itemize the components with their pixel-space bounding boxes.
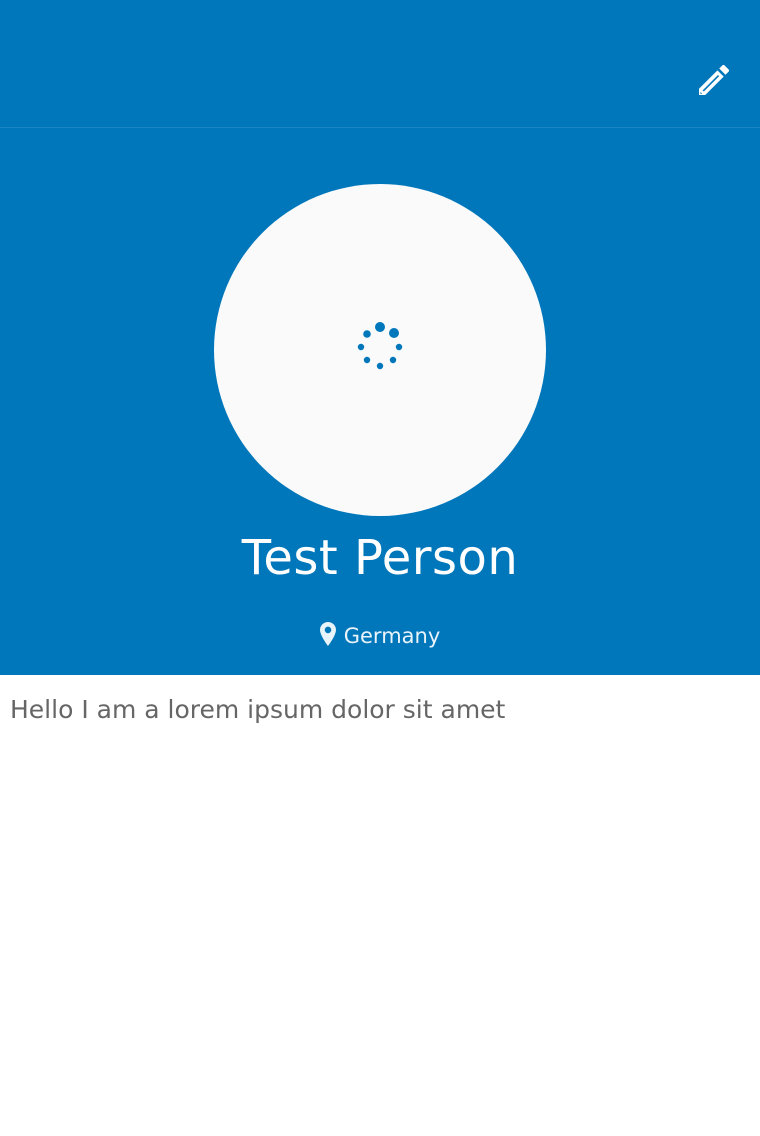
loading-spinner-icon bbox=[350, 320, 410, 380]
profile-name: Test Person bbox=[241, 530, 519, 586]
pencil-icon bbox=[699, 64, 730, 95]
map-pin-icon bbox=[319, 622, 336, 646]
top-app-bar bbox=[0, 0, 760, 128]
profile-screen: Test Person Germany Hello I am a lorem i… bbox=[0, 0, 760, 1136]
profile-bio: Hello I am a lorem ipsum dolor sit amet bbox=[10, 695, 506, 724]
profile-location: Germany bbox=[0, 620, 760, 652]
profile-header: Test Person Germany bbox=[0, 128, 760, 675]
edit-profile-button[interactable] bbox=[694, 60, 734, 100]
location-label: Germany bbox=[343, 624, 441, 648]
avatar[interactable] bbox=[214, 184, 546, 516]
